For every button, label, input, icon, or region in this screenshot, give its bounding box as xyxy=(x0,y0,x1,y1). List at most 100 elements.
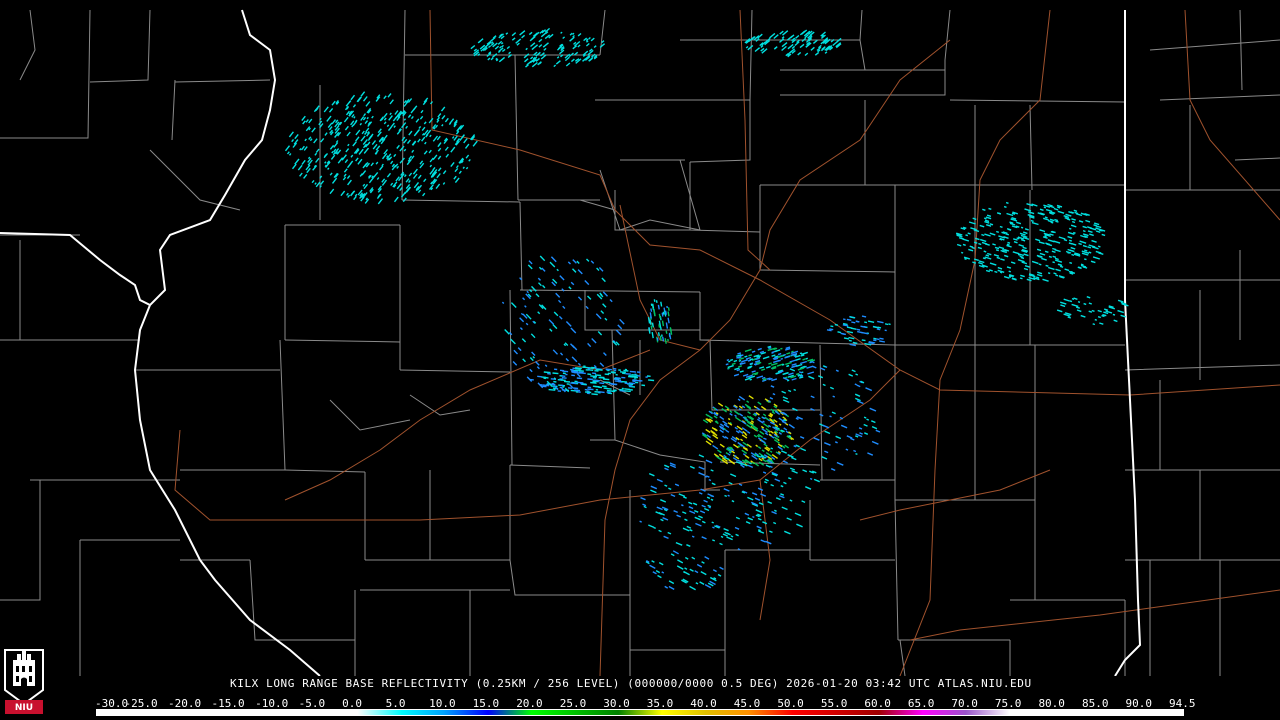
echo-mark xyxy=(437,155,442,160)
echo-mark xyxy=(677,559,684,564)
echo-mark xyxy=(760,425,765,429)
echo-mark xyxy=(1049,233,1054,236)
echo-mark xyxy=(396,144,400,149)
echo-mark xyxy=(588,36,591,40)
echo-mark xyxy=(358,148,364,155)
echo-mark xyxy=(1078,220,1084,223)
echo-mark xyxy=(810,46,815,51)
echo-mark xyxy=(698,491,703,495)
echo-mark xyxy=(521,338,527,343)
echo-mark xyxy=(619,318,625,325)
echo-mark xyxy=(689,510,696,515)
echo-mark xyxy=(347,143,350,147)
echo-mark xyxy=(1005,201,1009,204)
echo-mark xyxy=(744,348,752,353)
echo-mark xyxy=(789,359,797,363)
echo-mark xyxy=(519,30,526,36)
echo-mark xyxy=(712,444,719,450)
echo-mark xyxy=(779,30,784,35)
echo-mark xyxy=(1056,309,1063,313)
echo-mark xyxy=(411,155,415,160)
echo-mark xyxy=(747,365,753,369)
echo-mark xyxy=(973,241,978,244)
echo-mark xyxy=(652,303,655,309)
echo-mark xyxy=(765,428,771,432)
echo-mark xyxy=(873,339,877,342)
echo-mark xyxy=(327,167,330,170)
echo-mark xyxy=(730,358,734,362)
echo-mark xyxy=(667,311,670,317)
echo-mark xyxy=(784,530,791,535)
echo-mark xyxy=(1079,240,1087,244)
echo-mark xyxy=(851,369,856,373)
echo-mark xyxy=(1075,306,1081,309)
echo-mark xyxy=(604,317,608,321)
logo-text: NIU xyxy=(14,703,34,713)
echo-mark xyxy=(665,330,668,334)
echo-mark xyxy=(781,390,787,394)
echo-mark xyxy=(768,400,771,403)
echo-mark xyxy=(1007,241,1011,244)
echo-mark xyxy=(568,286,572,290)
echo-mark xyxy=(797,51,802,56)
echo-mark xyxy=(511,37,516,41)
echo-mark xyxy=(1039,255,1043,258)
echo-mark xyxy=(884,323,889,326)
echo-mark xyxy=(769,530,773,534)
echo-mark xyxy=(1006,228,1012,231)
echo-mark xyxy=(717,449,722,454)
echo-mark xyxy=(540,52,545,57)
echo-mark xyxy=(390,182,394,186)
echo-mark xyxy=(510,302,517,308)
echo-mark xyxy=(303,173,308,179)
echo-mark xyxy=(764,454,768,458)
echo-mark xyxy=(668,332,672,340)
echo-mark xyxy=(711,482,716,486)
echo-mark xyxy=(704,583,712,589)
echo-mark xyxy=(537,277,542,281)
colorbar-segment xyxy=(444,710,489,715)
echo-mark xyxy=(997,266,1003,270)
echo-mark xyxy=(423,178,427,183)
echo-mark xyxy=(855,397,861,402)
echo-mark xyxy=(1077,301,1081,303)
echo-mark xyxy=(778,423,782,426)
echo-mark xyxy=(413,129,420,137)
echo-mark xyxy=(1042,278,1049,282)
echo-mark xyxy=(1104,314,1107,317)
echo-mark xyxy=(736,425,743,431)
echo-mark xyxy=(1022,231,1028,235)
echo-mark xyxy=(1047,203,1053,207)
echo-mark xyxy=(531,351,536,356)
echo-mark xyxy=(738,395,746,401)
echo-mark xyxy=(1026,278,1032,282)
echo-mark xyxy=(365,101,371,107)
echo-mark xyxy=(377,198,384,205)
echo-mark xyxy=(590,37,595,42)
echo-mark xyxy=(1053,272,1057,275)
echo-mark xyxy=(578,369,584,372)
echo-mark xyxy=(311,127,316,133)
echo-mark xyxy=(529,368,533,373)
echo-mark xyxy=(770,385,775,388)
echo-mark xyxy=(996,256,1001,260)
echo-mark xyxy=(769,397,774,400)
echo-mark xyxy=(751,350,756,353)
echo-mark xyxy=(1019,232,1026,236)
echo-mark xyxy=(765,464,771,468)
echo-mark xyxy=(552,324,558,330)
echo-mark xyxy=(1099,322,1104,325)
echo-mark xyxy=(531,61,538,68)
echo-mark xyxy=(571,356,578,363)
echo-mark xyxy=(596,267,600,271)
echo-mark xyxy=(808,375,815,380)
echo-mark xyxy=(577,362,582,366)
echo-mark xyxy=(877,320,884,324)
echo-mark xyxy=(736,368,741,372)
echo-mark xyxy=(586,258,590,262)
echo-mark xyxy=(763,443,768,447)
echo-mark xyxy=(729,410,733,413)
echo-mark xyxy=(1017,259,1025,263)
echo-mark xyxy=(387,93,392,98)
echo-mark xyxy=(748,395,754,400)
